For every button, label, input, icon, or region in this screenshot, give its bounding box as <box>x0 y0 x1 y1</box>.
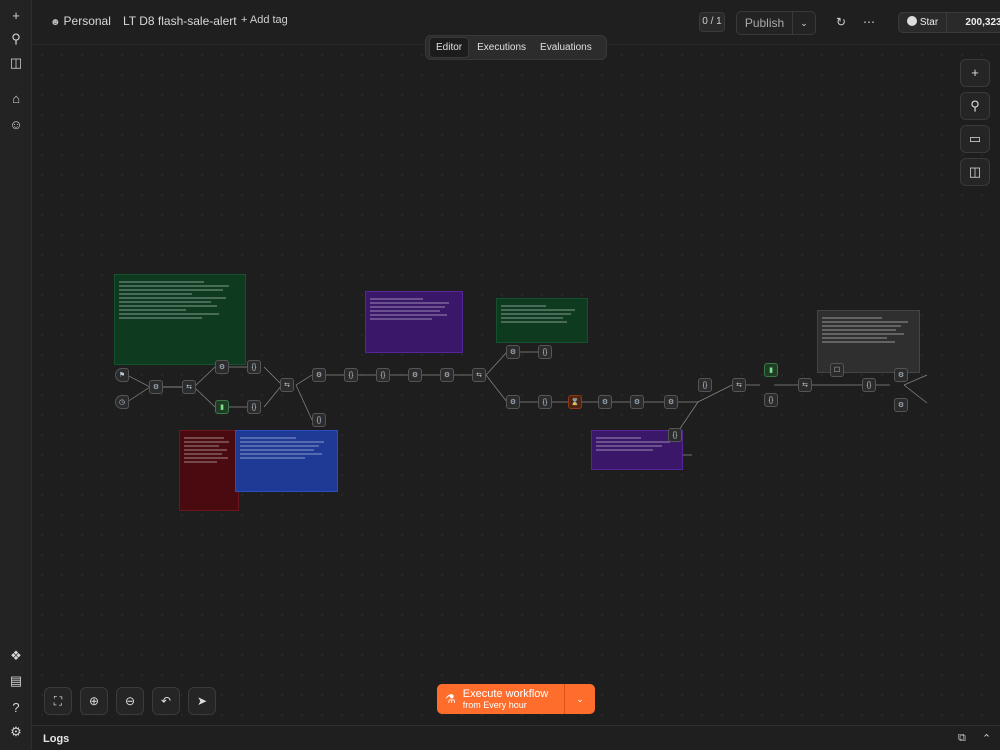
sticky-note-icon: ▭ <box>968 131 982 146</box>
fit-view-button[interactable]: ⛶ <box>44 687 72 715</box>
history-icon[interactable]: ↻ <box>832 13 850 31</box>
workflow-name[interactable]: LT D8 flash-sale-alert <box>123 14 237 28</box>
workflow-node[interactable]: ⚙ <box>894 398 908 412</box>
star-count: 200,323 <box>965 17 1000 28</box>
workflow-node[interactable]: ⌛ <box>568 395 582 409</box>
workflow-node[interactable]: ⚙ <box>440 368 454 382</box>
fit-view-icon: ⛶ <box>53 694 63 708</box>
tab-executions[interactable]: Executions <box>471 38 532 57</box>
execute-subtitle: from Every hour <box>462 699 527 710</box>
workflow-node[interactable]: {} <box>312 413 326 427</box>
toggle-panel-button[interactable]: ◫ <box>960 158 990 186</box>
user-icon[interactable]: ☺ <box>6 114 26 134</box>
execute-workflow-button[interactable]: ⚗ Execute workflow from Every hour <box>437 684 565 714</box>
github-star-button[interactable]: Star 200,323 <box>898 12 1000 33</box>
add-sticky-button[interactable]: ▭ <box>960 125 990 153</box>
trigger-node[interactable]: ⚑ <box>115 368 129 382</box>
workflow-node[interactable]: ⚙ <box>408 368 422 382</box>
workflow-node[interactable]: ⚙ <box>149 380 163 394</box>
workflow-node[interactable]: ⚙ <box>894 368 908 382</box>
chart-icon[interactable]: ▤ <box>6 671 26 691</box>
zoom-out-icon: ⊖ <box>124 694 136 708</box>
project-name: Personal <box>63 14 111 28</box>
workflow-node[interactable]: ⚙ <box>598 395 612 409</box>
settings-icon[interactable]: ⚙ <box>6 722 26 742</box>
workflow-node[interactable]: ⇆ <box>280 378 294 392</box>
workflow-node[interactable]: ⇆ <box>182 380 196 394</box>
chevron-down-icon[interactable]: ⌄ <box>565 684 595 714</box>
workflow-node[interactable]: {} <box>538 395 552 409</box>
left-rail: + ⚲ ◫ ⌂ ☺ ❖ ▤ ? ⚙ <box>0 0 32 750</box>
logs-label: Logs <box>43 733 70 745</box>
plus-icon: + <box>971 65 979 80</box>
publish-group: Publish ⌄ <box>736 11 816 35</box>
logs-panel[interactable]: Logs ⧉ ⌃ <box>32 725 1000 750</box>
workflow-node[interactable]: ⇆ <box>798 378 812 392</box>
workflow-node[interactable]: ⇆ <box>732 378 746 392</box>
workflow-canvas[interactable]: ⚑ ◷ ⚙ ⇆ ⚙ ▮ {} {} ⇆ ⚙ {} {} {} ⚙ ⚙ ⇆ ⚙ {… <box>32 45 1000 725</box>
view-tabs: Editor Executions Evaluations <box>425 35 607 60</box>
workflow-node[interactable]: {} <box>862 378 876 392</box>
workflow-node[interactable]: {} <box>538 345 552 359</box>
tidy-up-button[interactable]: ➤ <box>188 687 216 715</box>
cube-icon[interactable]: ❖ <box>6 646 26 666</box>
add-tag-link[interactable]: + Add tag <box>241 14 288 26</box>
undo-button[interactable]: ↶ <box>152 687 180 715</box>
sticky-note[interactable] <box>114 274 246 365</box>
add-node-button[interactable]: + <box>960 59 990 87</box>
sticky-note[interactable] <box>365 291 463 353</box>
undo-icon: ↶ <box>160 694 172 708</box>
search-nodes-button[interactable]: ⚲ <box>960 92 990 120</box>
zoom-out-button[interactable]: ⊖ <box>116 687 144 715</box>
workflow-node[interactable]: ⚙ <box>664 395 678 409</box>
sidebar-toggle-icon[interactable]: ◫ <box>6 53 26 73</box>
project-crumb[interactable]: ☻ Personal <box>50 14 111 28</box>
zoom-in-button[interactable]: ⊕ <box>80 687 108 715</box>
more-options-icon[interactable]: ⋯ <box>860 13 878 31</box>
tab-evaluations[interactable]: Evaluations <box>534 38 598 57</box>
star-label: Star <box>919 17 939 28</box>
zoom-in-icon: ⊕ <box>88 694 100 708</box>
execute-workflow-group: ⚗ Execute workflow from Every hour ⌄ <box>437 684 595 714</box>
panel-icon: ◫ <box>968 164 982 179</box>
sticky-note[interactable] <box>235 430 338 492</box>
search-icon[interactable]: ⚲ <box>6 29 26 49</box>
workflow-node[interactable]: {} <box>764 393 778 407</box>
connections <box>126 351 928 456</box>
flask-icon: ⚗ <box>445 692 456 706</box>
help-icon[interactable]: ? <box>6 697 26 717</box>
workflow-node[interactable]: ⚙ <box>312 368 326 382</box>
workflow-node[interactable]: ⚙ <box>215 360 229 374</box>
search-icon: ⚲ <box>970 98 980 113</box>
trigger-node[interactable]: ◷ <box>115 395 129 409</box>
person-icon: ☻ <box>50 17 61 28</box>
n8n-app: + ⚲ ◫ ⌂ ☺ ❖ ▤ ? ⚙ ☻ Personal LT D8 flash-… <box>0 0 1000 750</box>
workflow-node[interactable]: ⚙ <box>506 345 520 359</box>
workflow-node[interactable]: ⚙ <box>506 395 520 409</box>
workflow-node[interactable]: {} <box>344 368 358 382</box>
cursor-icon: ➤ <box>196 694 208 708</box>
execute-title: Execute workflow <box>462 687 549 700</box>
workflow-node[interactable]: {} <box>376 368 390 382</box>
workflow-node[interactable]: {} <box>247 360 261 374</box>
home-icon[interactable]: ⌂ <box>6 88 26 108</box>
plus-icon[interactable]: + <box>6 5 26 25</box>
workflow-node[interactable]: {} <box>698 378 712 392</box>
version-badge: 0 / 1 <box>699 12 725 32</box>
workflow-node[interactable]: ☐ <box>830 363 844 377</box>
publish-button[interactable]: Publish <box>737 12 793 34</box>
workflow-node[interactable]: ⇆ <box>472 368 486 382</box>
chevron-down-icon[interactable]: ⌄ <box>793 12 815 34</box>
workflow-node[interactable]: ▮ <box>764 363 778 377</box>
workflow-node[interactable]: ▮ <box>215 400 229 414</box>
popout-icon[interactable]: ⧉ <box>958 732 966 745</box>
workflow-node[interactable]: {} <box>247 400 261 414</box>
sticky-note[interactable] <box>179 430 239 511</box>
chevron-up-icon[interactable]: ⌃ <box>982 732 991 745</box>
github-icon <box>906 16 917 26</box>
workflow-node[interactable]: {} <box>668 428 682 442</box>
sticky-note[interactable] <box>496 298 588 343</box>
workflow-node[interactable]: ⚙ <box>630 395 644 409</box>
tab-editor[interactable]: Editor <box>429 37 470 58</box>
